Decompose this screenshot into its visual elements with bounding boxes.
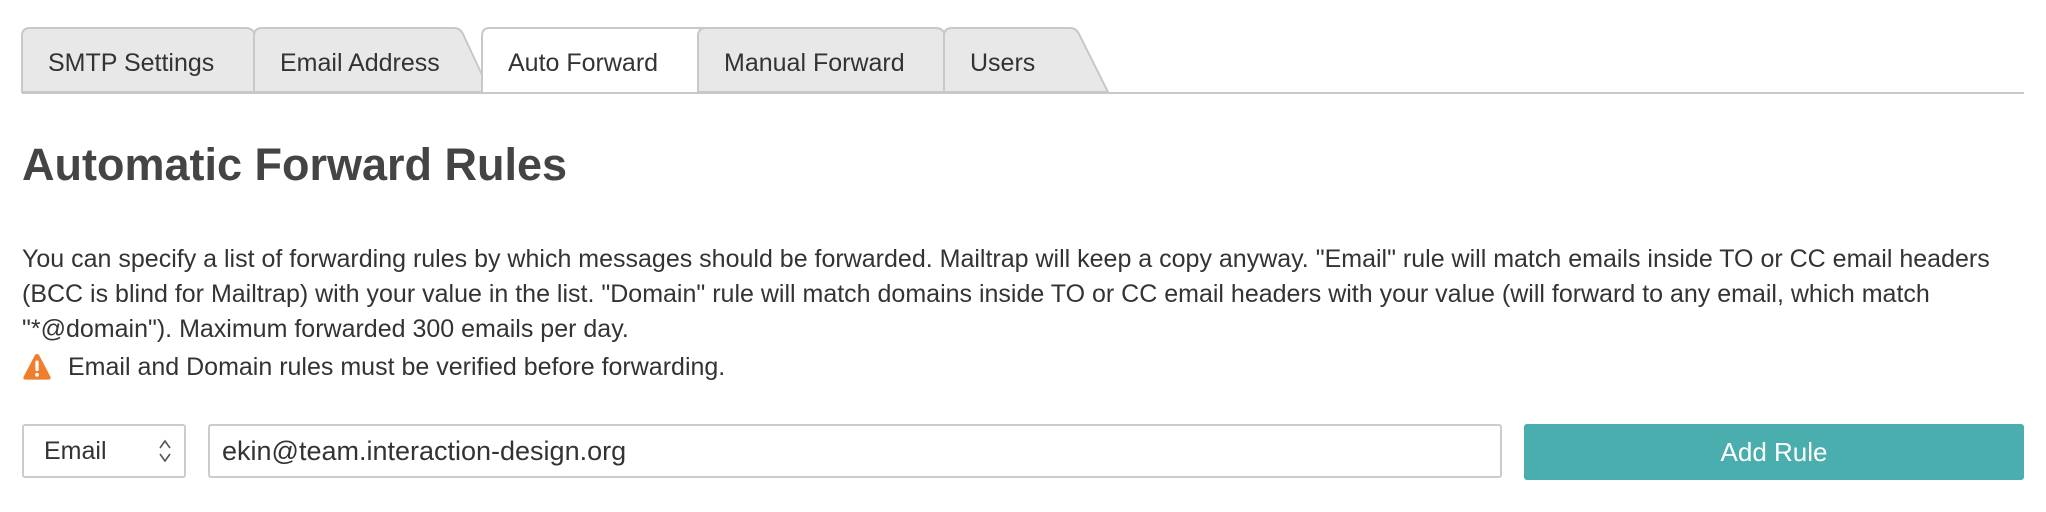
warning-text: Email and Domain rules must be verified … [68,352,726,381]
page-description: You can specify a list of forwarding rul… [22,245,1990,343]
tab-label: Users [970,48,1036,77]
warning-triangle-icon [23,354,51,380]
verification-warning: Email and Domain rules must be verified … [22,350,725,384]
tab-smtp-settings[interactable]: SMTP Settings [21,27,286,93]
page-title: Automatic Forward Rules [22,139,568,190]
tab-bar-divider [22,92,2024,94]
tab-label: SMTP Settings [48,48,215,77]
rule-type-select[interactable]: Email [22,424,186,478]
tab-label: Manual Forward [724,48,905,77]
rule-value-input[interactable] [208,424,1502,478]
sort-arrows-icon [159,439,171,463]
tab-manual-forward[interactable]: Manual Forward [697,27,976,93]
tab-users[interactable]: Users [943,27,1110,93]
tab-label: Auto Forward [508,48,659,77]
tab-bar: SMTP Settings Email Address Auto Forward… [21,27,2024,94]
tab-email-address[interactable]: Email Address [253,27,492,93]
add-rule-button[interactable]: Add Rule [1524,424,2024,480]
tab-label: Email Address [280,48,440,77]
rule-type-value: Email [44,436,107,465]
